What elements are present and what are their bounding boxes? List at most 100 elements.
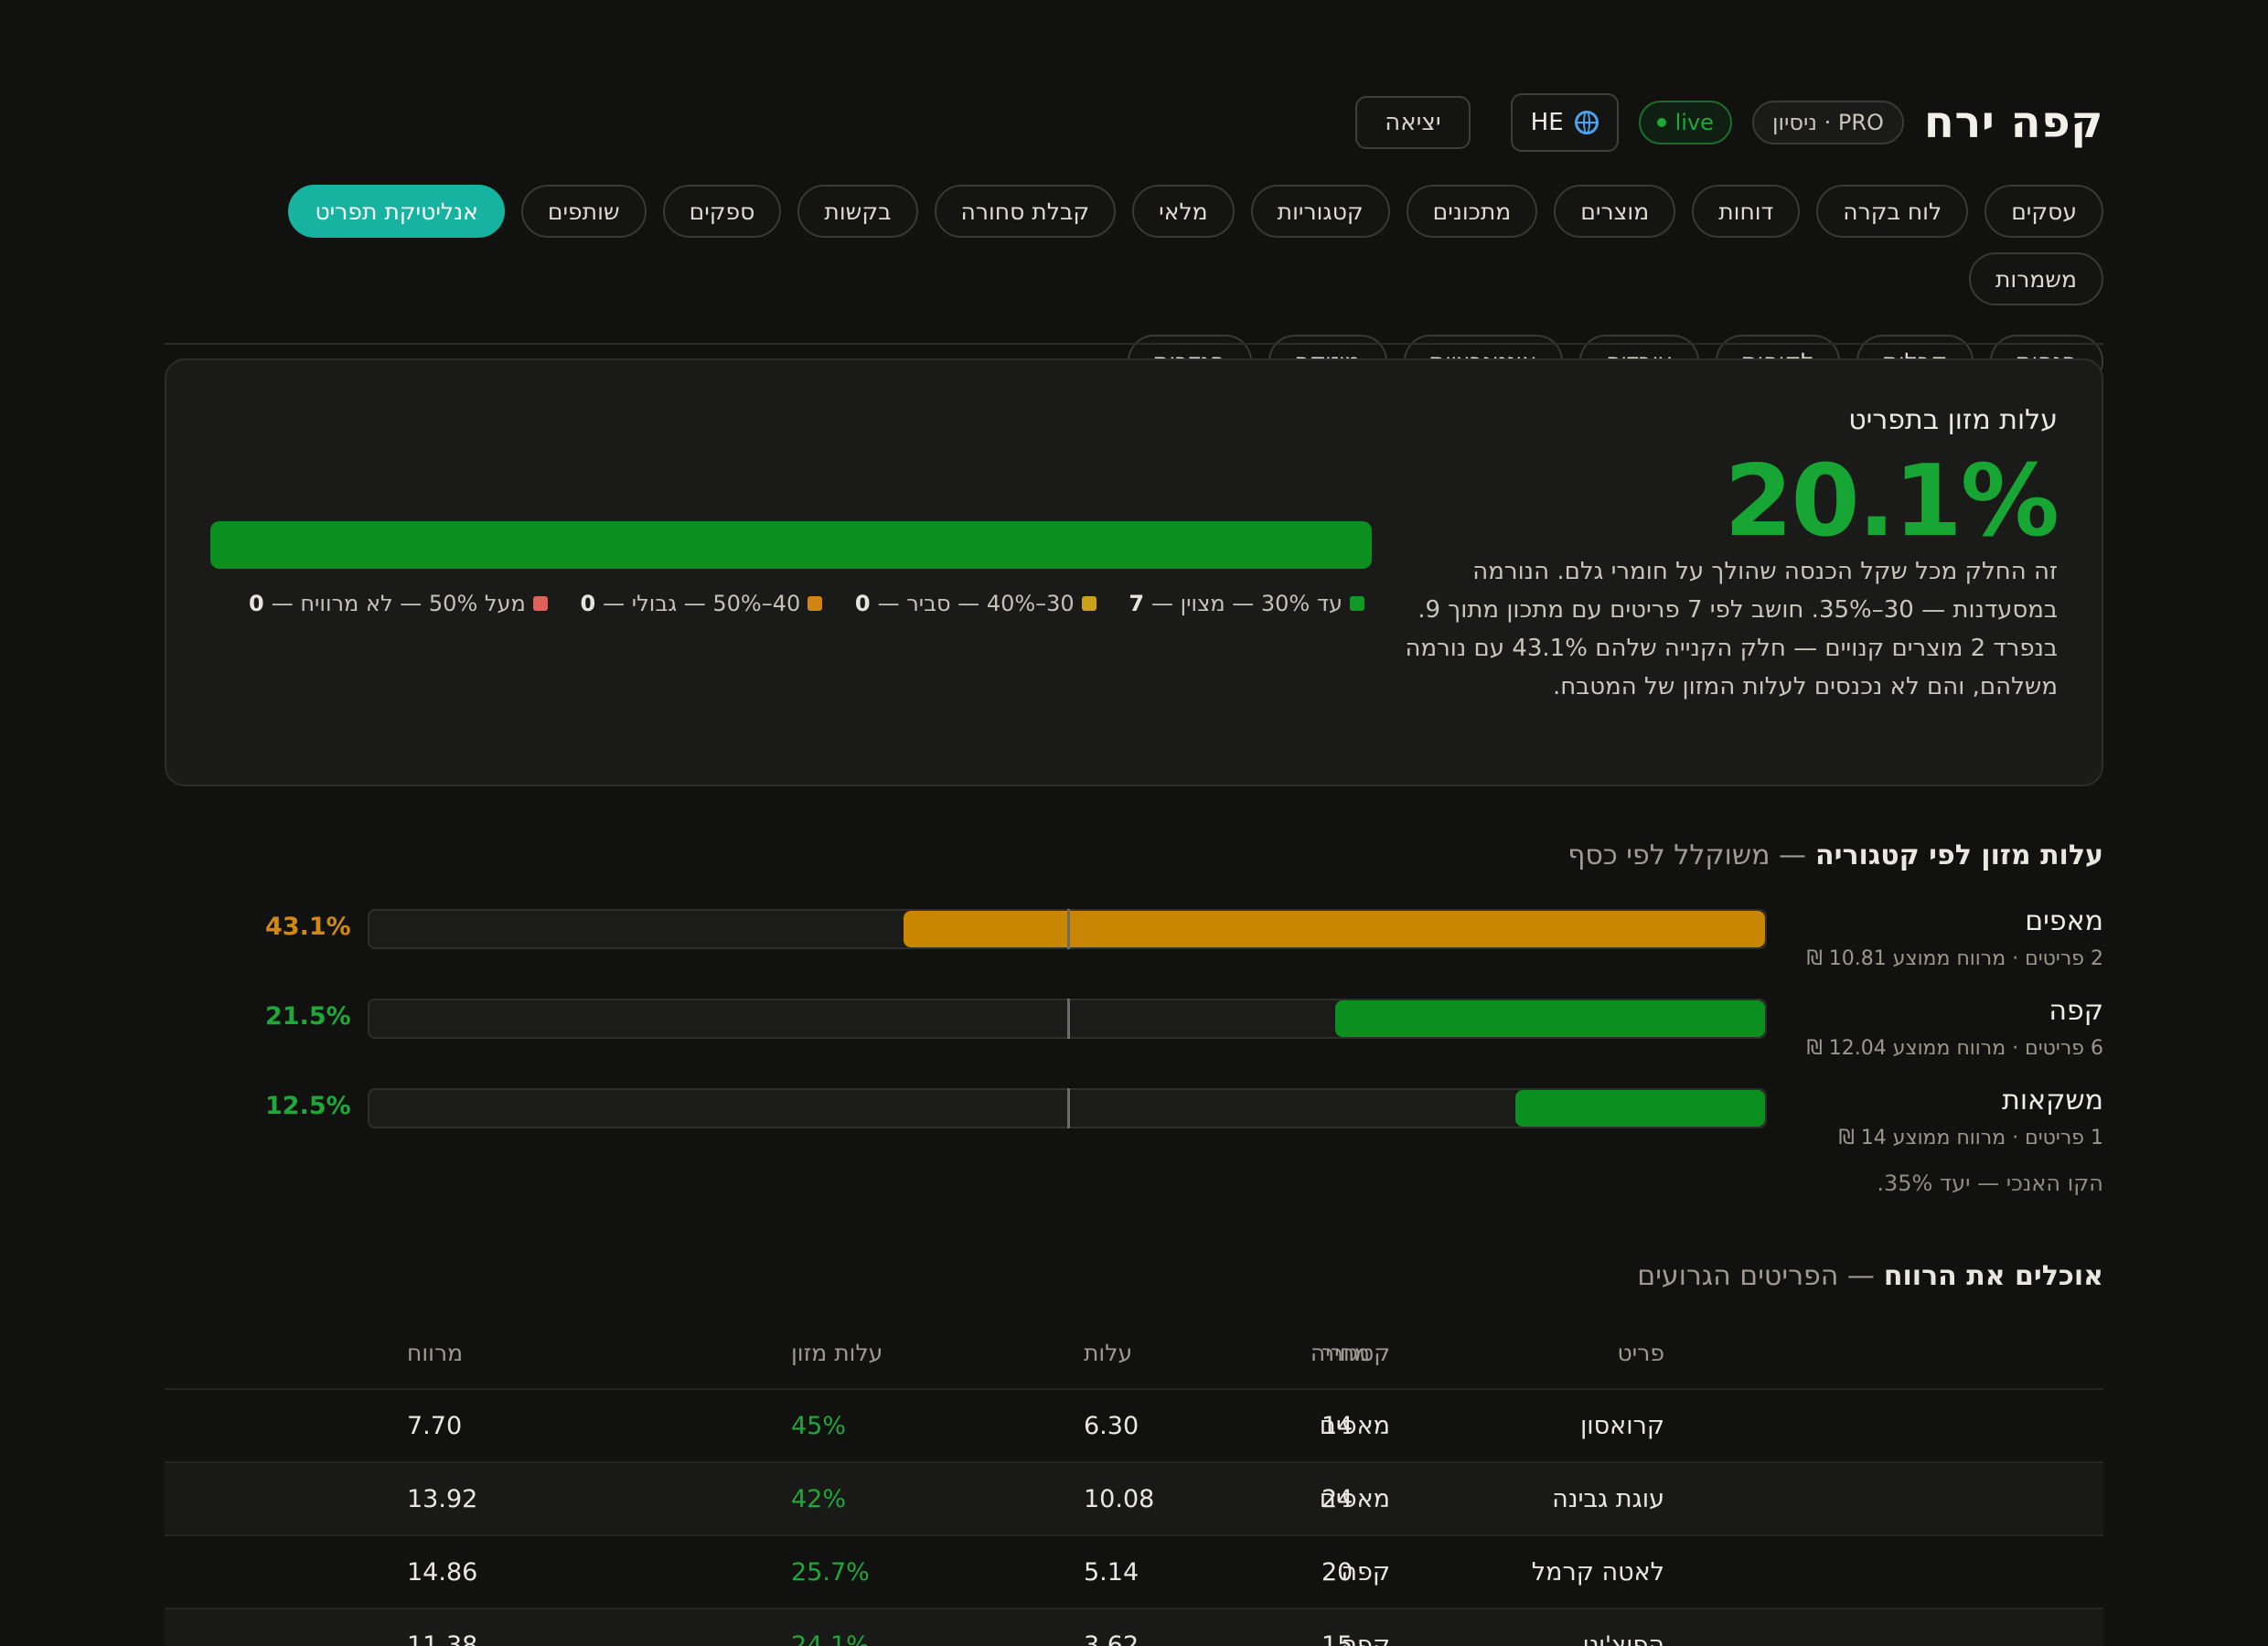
header-food-cost[interactable]: עלות מזון [791, 1340, 883, 1366]
category-percent: 21.5% [265, 1002, 351, 1031]
category-bar-fill [1335, 1000, 1765, 1037]
cell-food-cost: 25.7% [791, 1557, 870, 1587]
summary-value: 20.1% [1724, 444, 2059, 559]
category-name: משקאות [2002, 1085, 2103, 1117]
table-row[interactable]: לאטה קרמל קפה 20 5.14 25.7% 14.86 [165, 1536, 2103, 1609]
category-target-line [1067, 999, 1070, 1039]
worst-items-table: פריט קטגוריה מחיר עלות עלות מזון מרווח ק… [165, 1317, 2103, 1646]
category-title: עלות מזון לפי קטגוריה [1815, 839, 2103, 871]
category-row: משקאות 1 פריטים · מרווח ממוצע 14 ₪ 12.5% [165, 1085, 2103, 1167]
cell-price: 20 [1321, 1557, 1353, 1587]
category-row: קפה 6 פריטים · מרווח ממוצע 12.04 ₪ 21.5% [165, 995, 2103, 1077]
table-header-row: פריט קטגוריה מחיר עלות עלות מזון מרווח [165, 1317, 2103, 1390]
nav-item[interactable]: עסקים [1984, 185, 2103, 238]
eaters-title: אוכלים את הרווח [1883, 1260, 2103, 1292]
nav-item[interactable]: משמרות [1968, 252, 2103, 305]
cell-food-cost: 42% [791, 1484, 847, 1513]
nav-item[interactable]: קבלת סחורה [934, 185, 1117, 238]
summary-description: זה החלק מכל שקל הכנסה שהולך על חומרי גלם… [1405, 558, 2058, 700]
cell-item: הפוצ'ינו [1582, 1630, 1664, 1646]
nav-item[interactable]: ספקים [662, 185, 782, 238]
legend-count: 0 [249, 591, 264, 616]
top-header: קפה ירח PRO · ניסיון live HE יציאה [1355, 91, 2103, 154]
eaters-subtitle: — הפריטים הגרועים [1637, 1260, 1875, 1292]
legend-label: מעל 50% — לא מרוויח — [271, 591, 526, 616]
live-label: live [1674, 110, 1714, 135]
language-button[interactable]: HE [1510, 93, 1619, 152]
exit-button[interactable]: יציאה [1355, 96, 1471, 149]
category-subtext: 1 פריטים · מרווח ממוצע 14 ₪ [1838, 1127, 2104, 1149]
cell-margin: 13.92 [407, 1484, 478, 1513]
legend-swatch [1350, 596, 1364, 611]
cell-price: 24 [1321, 1484, 1353, 1513]
main-nav: עסקים לוח בקרה דוחות מוצרים מתכונים קטגוריות מ… [165, 185, 2103, 388]
cell-margin: 7.70 [407, 1411, 463, 1440]
cell-food-cost: 24.1% [791, 1630, 870, 1646]
live-badge: live [1638, 101, 1732, 144]
table-row[interactable]: עוגת גבינה מאפים 24 10.08 42% 13.92 [165, 1463, 2103, 1536]
table-row[interactable]: הפוצ'ינו קפה 15 3.62 24.1% 11.38 [165, 1609, 2103, 1646]
category-row: מאפים 2 פריטים · מרווח ממוצע 10.81 ₪ 43.1% [165, 905, 2103, 988]
nav-item[interactable]: קטגוריות [1250, 185, 1390, 238]
table-row[interactable]: קרואסון מאפים 14 6.30 45% 7.70 [165, 1390, 2103, 1463]
nav-item[interactable]: מתכונים [1406, 185, 1538, 238]
nav-item[interactable]: לוח בקרה [1816, 185, 1969, 238]
target-note: הקו האנכי — יעד 35%. [1877, 1170, 2103, 1196]
header-item[interactable]: פריט [1617, 1340, 1664, 1366]
cell-cost: 3.62 [1084, 1630, 1139, 1646]
cell-food-cost: 45% [791, 1411, 847, 1440]
live-dot-icon [1656, 118, 1666, 127]
category-percent: 12.5% [265, 1092, 351, 1120]
header-margin[interactable]: מרווח [407, 1340, 463, 1366]
legend-count: 0 [854, 591, 871, 616]
food-cost-summary-card: עלות מזון בתפריט 20.1% זה החלק מכל שקל ה… [165, 358, 2103, 786]
category-subtitle: — משוקלל לפי כסף [1567, 839, 1807, 871]
cell-item: לאטה קרמל [1531, 1557, 1664, 1587]
legend-label: 30–40% — סביר — [877, 591, 1075, 616]
cell-price: 14 [1321, 1411, 1353, 1440]
eaters-section-title: אוכלים את הרווח — הפריטים הגרועים [1637, 1260, 2103, 1292]
globe-icon [1574, 111, 1599, 134]
legend-count: 7 [1129, 591, 1145, 616]
nav-item[interactable]: מוצרים [1554, 185, 1676, 238]
nav-item[interactable]: אנליטיקת תפריט [288, 185, 505, 238]
category-name: מאפים [2025, 905, 2103, 937]
category-target-line [1067, 1088, 1070, 1128]
nav-item[interactable]: מלאי [1132, 185, 1235, 238]
category-percent: 43.1% [265, 913, 351, 941]
cell-item: קרואסון [1579, 1411, 1664, 1440]
legend-swatch [808, 596, 823, 611]
legend-label: עד 30% — מצוין — [1151, 591, 1343, 616]
brand-title: קפה ירח [1923, 97, 2103, 148]
header-divider [165, 343, 2103, 345]
legend-item: 40–50% — גבולי — 0 [580, 591, 823, 616]
cell-cost: 10.08 [1084, 1484, 1155, 1513]
nav-item[interactable]: דוחות [1692, 185, 1801, 238]
cell-item: עוגת גבינה [1552, 1484, 1664, 1513]
legend-item: 30–40% — סביר —0 [855, 591, 1097, 616]
category-name: קפה [2049, 995, 2103, 1027]
plan-badge: PRO · ניסיון [1751, 101, 1904, 144]
legend-item: מעל 50% — לא מרוויח — 0 [249, 591, 548, 616]
category-section-title: עלות מזון לפי קטגוריה — משוקלל לפי כסף [1567, 839, 2103, 871]
category-bar-fill [1514, 1090, 1765, 1127]
nav-item[interactable]: שותפים [520, 185, 647, 238]
legend-item: עד 30% — מצוין —7 [1129, 591, 1364, 616]
cell-margin: 11.38 [407, 1630, 478, 1646]
category-subtext: 2 פריטים · מרווח ממוצע 10.81 ₪ [1806, 947, 2103, 970]
cell-price: 15 [1321, 1630, 1353, 1646]
cell-margin: 14.86 [407, 1557, 478, 1587]
summary-title: עלות מזון בתפריט [1848, 404, 2058, 436]
legend-swatch [1081, 596, 1097, 611]
category-subtext: 6 פריטים · מרווח ממוצע 12.04 ₪ [1806, 1037, 2103, 1060]
header-price[interactable]: מחיר [1321, 1340, 1370, 1366]
header-cost[interactable]: עלות [1084, 1340, 1132, 1366]
nav-item[interactable]: בקשות [797, 185, 918, 238]
legend-count: 0 [580, 591, 596, 616]
cell-cost: 6.30 [1084, 1411, 1139, 1440]
language-label: HE [1530, 109, 1564, 136]
legend-label: 40–50% — גבולי — [603, 591, 801, 616]
summary-distribution-bar [210, 521, 1372, 569]
cell-cost: 5.14 [1084, 1557, 1139, 1587]
legend-swatch [532, 596, 548, 611]
